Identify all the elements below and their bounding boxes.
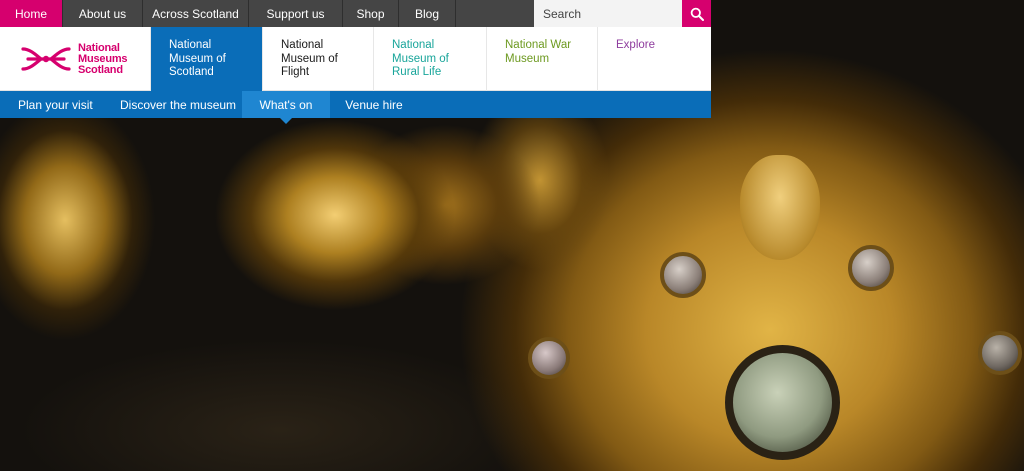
search-input[interactable] — [534, 0, 682, 27]
brooch-gem — [528, 337, 570, 379]
sub-nav-whats-on[interactable]: What's on — [242, 91, 330, 124]
logo-mark-icon — [21, 47, 71, 71]
top-nav-blog[interactable]: Blog — [399, 0, 456, 27]
brooch-gem — [660, 252, 706, 298]
search-box — [534, 0, 711, 27]
sub-nav: Plan your visit Discover the museum What… — [0, 91, 711, 124]
museum-national-museum-of-flight[interactable]: National Museum of Flight — [263, 27, 374, 91]
top-nav-support-us[interactable]: Support us — [249, 0, 343, 27]
search-icon — [690, 7, 704, 21]
museum-selector: National Museums Scotland National Museu… — [0, 27, 711, 91]
brooch-center-gem — [725, 345, 840, 460]
top-nav-shop[interactable]: Shop — [343, 0, 399, 27]
museum-national-museum-of-rural-life[interactable]: National Museum of Rural Life — [374, 27, 487, 91]
sub-nav-discover-the-museum[interactable]: Discover the museum — [102, 91, 242, 118]
top-nav-home[interactable]: Home — [0, 0, 63, 27]
sub-nav-plan-your-visit[interactable]: Plan your visit — [0, 91, 102, 118]
top-nav-about-us[interactable]: About us — [63, 0, 143, 27]
top-nav-across-scotland[interactable]: Across Scotland — [143, 0, 249, 27]
sub-nav-venue-hire[interactable]: Venue hire — [330, 91, 418, 118]
logo-text: National Museums Scotland — [78, 41, 128, 76]
brooch-face — [740, 155, 820, 260]
museum-explore[interactable]: Explore — [598, 27, 711, 91]
brooch-gem — [978, 331, 1022, 375]
search-button[interactable] — [682, 0, 711, 27]
museum-national-museum-of-scotland[interactable]: National Museum of Scotland — [151, 27, 263, 91]
museum-national-war-museum[interactable]: National War Museum — [487, 27, 598, 91]
brooch-gem — [848, 245, 894, 291]
nms-logo[interactable]: National Museums Scotland — [0, 27, 151, 91]
